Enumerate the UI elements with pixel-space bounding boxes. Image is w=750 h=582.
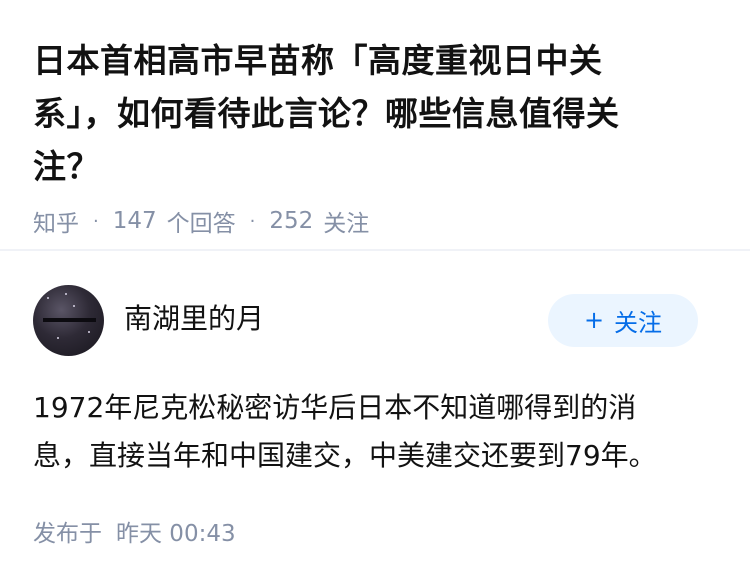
publish-label: 发布于 [33, 521, 102, 547]
avatar-star [65, 292, 67, 295]
follower-count: 252 [269, 208, 314, 234]
avatar[interactable] [33, 284, 104, 356]
avatar-star [88, 330, 90, 333]
follow-button-label: 关注 [614, 308, 663, 337]
author-row: 南湖里的月 + 关注 [33, 284, 698, 356]
question-meta: 知乎 · 147 个回答 · 252 关注 [33, 205, 680, 237]
answer-count: 147 [112, 208, 157, 234]
publish-time: 昨天 00:43 [116, 521, 236, 547]
source-label[interactable]: 知乎 [33, 204, 79, 238]
avatar-star [73, 304, 75, 307]
answer-page: 日本首相高市早苗称「高度重视日中关系」，如何看待此言论？哪些信息值得关注？ 知乎… [0, 0, 750, 582]
follow-button[interactable]: + 关注 [548, 293, 698, 347]
section-divider [0, 249, 750, 251]
question-header: 日本首相高市早苗称「高度重视日中关系」，如何看待此言论？哪些信息值得关注？ 知乎… [0, 0, 750, 237]
follower-count-label[interactable]: 关注 [323, 204, 369, 238]
question-title[interactable]: 日本首相高市早苗称「高度重视日中关系」，如何看待此言论？哪些信息值得关注？ [33, 34, 680, 193]
author-name[interactable]: 南湖里的月 [124, 297, 548, 337]
plus-icon: + [583, 306, 605, 334]
separator-dot: · [249, 210, 256, 232]
answer-content[interactable]: 1972年尼克松秘密访华后日本不知道哪得到的消息，直接当年和中国建交，中美建交还… [33, 384, 680, 480]
avatar-star [57, 336, 59, 339]
avatar-band [43, 317, 96, 322]
avatar-star [47, 296, 49, 299]
publish-info: 发布于 昨天 00:43 [33, 514, 236, 548]
answer-count-label[interactable]: 个回答 [167, 204, 236, 238]
separator-dot: · [93, 210, 99, 232]
